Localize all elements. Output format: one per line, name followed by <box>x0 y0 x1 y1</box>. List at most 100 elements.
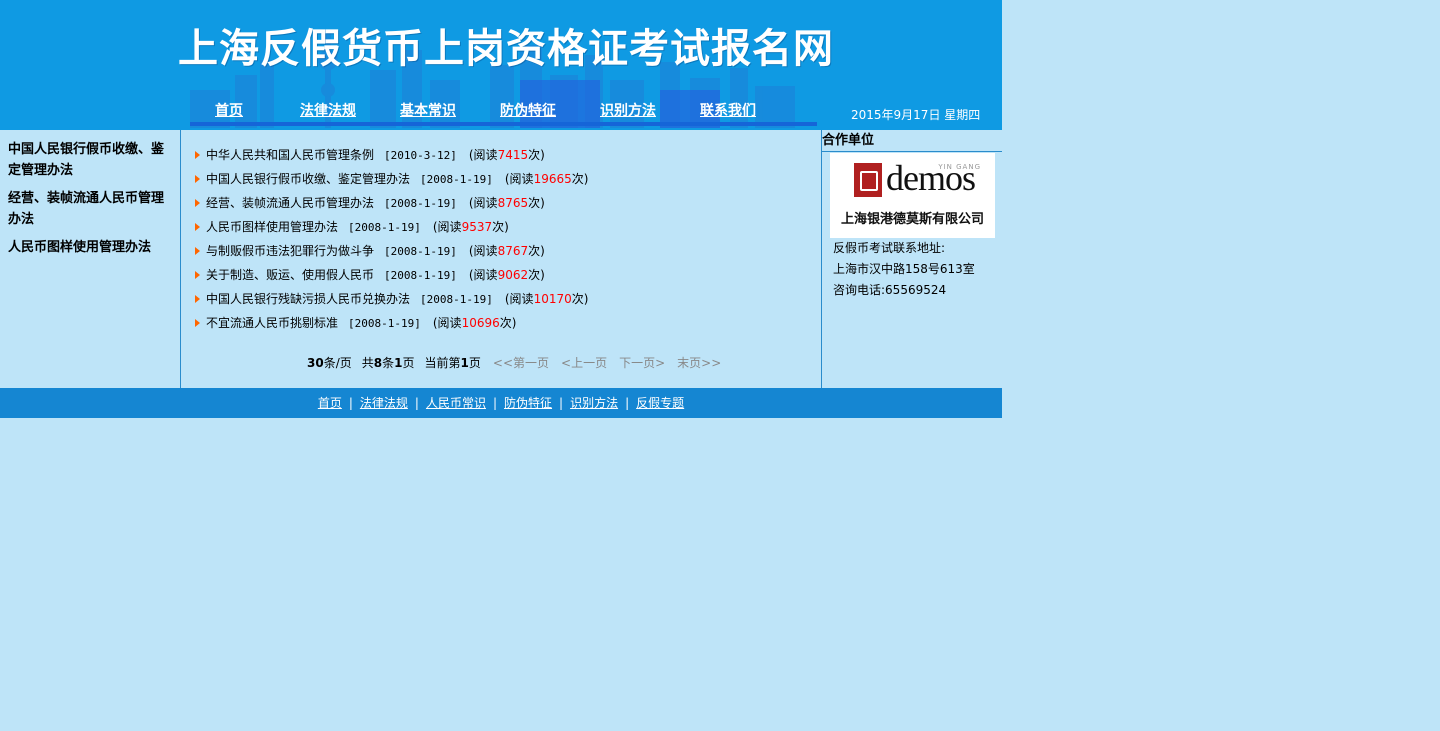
sidebar-link-counterfeit-rules[interactable]: 中国人民银行假币收缴、鉴定管理办法 <box>8 139 172 181</box>
article-date: [2008-1-19] <box>420 173 493 186</box>
current-prefix: 当前第 <box>424 356 461 370</box>
article-title-link[interactable]: 关于制造、贩运、使用假人民币 <box>206 268 374 282</box>
article-row: 人民币图样使用管理办法 [2008-1-19] (阅读9537次) <box>195 218 588 242</box>
read-suffix: 次) <box>571 292 589 306</box>
footer-separator: | <box>414 396 419 410</box>
read-label: (阅读 <box>504 172 534 186</box>
first-page-link[interactable]: <<第一页 <box>493 356 549 370</box>
article-title-link[interactable]: 人民币图样使用管理办法 <box>206 220 338 234</box>
article-row: 关于制造、贩运、使用假人民币 [2008-1-19] (阅读9062次) <box>195 266 588 290</box>
bullet-arrow-icon <box>195 246 200 255</box>
nav-basics[interactable]: 基本常识 <box>400 100 456 120</box>
partners-heading: 合作单位 <box>822 130 1002 152</box>
phone-label: 咨询电话: <box>833 283 886 297</box>
read-count: 9062 <box>497 268 529 282</box>
read-suffix: 次) <box>528 244 545 258</box>
nav-security-features[interactable]: 防伪特征 <box>500 100 556 120</box>
read-suffix: 次) <box>528 196 545 210</box>
content-area: 中国人民银行假币收缴、鉴定管理办法 经营、装帧流通人民币管理办法 人民币图样使用… <box>0 130 1002 388</box>
total-prefix: 共 <box>361 356 374 370</box>
seal-icon <box>854 163 882 197</box>
bullet-arrow-icon <box>195 198 200 207</box>
read-suffix: 次) <box>492 220 509 234</box>
article-row: 不宜流通人民币挑剔标准 [2008-1-19] (阅读10696次) <box>195 314 588 338</box>
article-title-link[interactable]: 经营、装帧流通人民币管理办法 <box>206 196 374 210</box>
read-count: 10696 <box>461 316 500 330</box>
footer-link-anti-counterfeit[interactable]: 反假专题 <box>636 396 684 410</box>
per-page-unit: 条/页 <box>323 356 352 370</box>
article-row: 中国人民银行残缺污损人民币兑换办法 [2008-1-19] (阅读10170次) <box>195 290 588 314</box>
read-label: (阅读 <box>468 148 498 162</box>
nav-underline-bar <box>190 122 817 126</box>
article-title-link[interactable]: 中华人民共和国人民币管理条例 <box>206 148 374 162</box>
article-row: 中华人民共和国人民币管理条例 [2010-3-12] (阅读7415次) <box>195 146 588 170</box>
read-suffix: 次) <box>571 172 589 186</box>
article-date: [2010-3-12] <box>384 149 457 162</box>
article-title-link[interactable]: 不宜流通人民币挑剔标准 <box>206 316 338 330</box>
page-count: 1 <box>394 356 403 370</box>
read-label: (阅读 <box>432 316 462 330</box>
nav-contact[interactable]: 联系我们 <box>700 100 756 120</box>
read-suffix: 次) <box>499 316 517 330</box>
logo-company-name: 上海银港德莫斯有限公司 <box>840 212 984 227</box>
read-count: 7415 <box>497 148 529 162</box>
article-date: [2008-1-19] <box>384 269 457 282</box>
pagination: 30条/页 共8条1页 当前第1页 <<第一页 <上一页 下一页> 末页>> <box>307 354 721 371</box>
last-page-link[interactable]: 末页>> <box>677 356 721 370</box>
header-banner: 上海反假货币上岗资格证考试报名网 首页 法律法规 基本常识 防伪特征 识别方法 … <box>0 0 1002 130</box>
bullet-arrow-icon <box>195 150 200 159</box>
partner-logo[interactable]: YIN GANG demos 上海银港德莫斯有限公司 <box>830 153 995 238</box>
footer-separator: | <box>348 396 353 410</box>
article-row: 中国人民银行假币收缴、鉴定管理办法 [2008-1-19] (阅读19665次) <box>195 170 588 194</box>
read-count: 10170 <box>533 292 572 306</box>
footer-link-rmb-knowledge[interactable]: 人民币常识 <box>426 396 486 410</box>
read-count: 9537 <box>461 220 493 234</box>
article-list-panel: 中华人民共和国人民币管理条例 [2010-3-12] (阅读7415次) 中国人民银行… <box>181 130 822 388</box>
read-label: (阅读 <box>468 244 498 258</box>
bullet-arrow-icon <box>195 294 200 303</box>
contact-info: 反假币考试联系地址: 上海市汉中路158号613室 咨询电话:65569524 <box>833 238 975 301</box>
read-count: 8765 <box>497 196 529 210</box>
article-date: [2008-1-19] <box>348 221 421 234</box>
footer-nav: 首页 | 法律法规 | 人民币常识 | 防伪特征 | 识别方法 | 反假专题 <box>0 388 1002 418</box>
bullet-arrow-icon <box>195 318 200 327</box>
bullet-arrow-icon <box>195 222 200 231</box>
article-row: 经营、装帧流通人民币管理办法 [2008-1-19] (阅读8765次) <box>195 194 588 218</box>
current-page: 1 <box>460 356 469 370</box>
footer-separator: | <box>625 396 630 410</box>
current-date: 2015年9月17日 星期四 <box>851 108 981 122</box>
total-unit: 条 <box>382 356 395 370</box>
sidebar-link-mounting-rules[interactable]: 经营、装帧流通人民币管理办法 <box>8 188 172 230</box>
read-count: 19665 <box>533 172 572 186</box>
current-unit: 页 <box>468 356 481 370</box>
footer-link-identification[interactable]: 识别方法 <box>570 396 618 410</box>
footer-link-security-features[interactable]: 防伪特征 <box>504 396 552 410</box>
article-title-link[interactable]: 中国人民银行假币收缴、鉴定管理办法 <box>206 172 410 186</box>
per-page-count: 30 <box>307 356 324 370</box>
article-title-link[interactable]: 中国人民银行残缺污损人民币兑换办法 <box>206 292 410 306</box>
site-title: 上海反假货币上岗资格证考试报名网 <box>178 26 834 72</box>
footer-link-home[interactable]: 首页 <box>318 396 342 410</box>
contact-phone-line: 咨询电话:65569524 <box>833 280 975 301</box>
nav-identification[interactable]: 识别方法 <box>600 100 656 120</box>
article-date: [2008-1-19] <box>420 293 493 306</box>
article-row: 与制贩假币违法犯罪行为做斗争 [2008-1-19] (阅读8767次) <box>195 242 588 266</box>
read-label: (阅读 <box>432 220 462 234</box>
bullet-arrow-icon <box>195 270 200 279</box>
read-label: (阅读 <box>468 196 498 210</box>
footer-link-laws[interactable]: 法律法规 <box>360 396 408 410</box>
phone-number: 65569524 <box>885 283 947 297</box>
footer-separator: | <box>559 396 564 410</box>
read-count: 8767 <box>497 244 529 258</box>
left-sidebar: 中国人民银行假币收缴、鉴定管理办法 经营、装帧流通人民币管理办法 人民币图样使用… <box>0 130 181 388</box>
prev-page-link[interactable]: <上一页 <box>561 356 607 370</box>
article-date: [2008-1-19] <box>384 197 457 210</box>
sidebar-link-image-rules[interactable]: 人民币图样使用管理办法 <box>8 237 172 258</box>
nav-laws[interactable]: 法律法规 <box>300 100 356 120</box>
nav-home[interactable]: 首页 <box>215 100 243 120</box>
article-date: [2008-1-19] <box>348 317 421 330</box>
article-date: [2008-1-19] <box>384 245 457 258</box>
next-page-link[interactable]: 下一页> <box>619 356 665 370</box>
article-title-link[interactable]: 与制贩假币违法犯罪行为做斗争 <box>206 244 374 258</box>
footer-separator: | <box>492 396 498 410</box>
